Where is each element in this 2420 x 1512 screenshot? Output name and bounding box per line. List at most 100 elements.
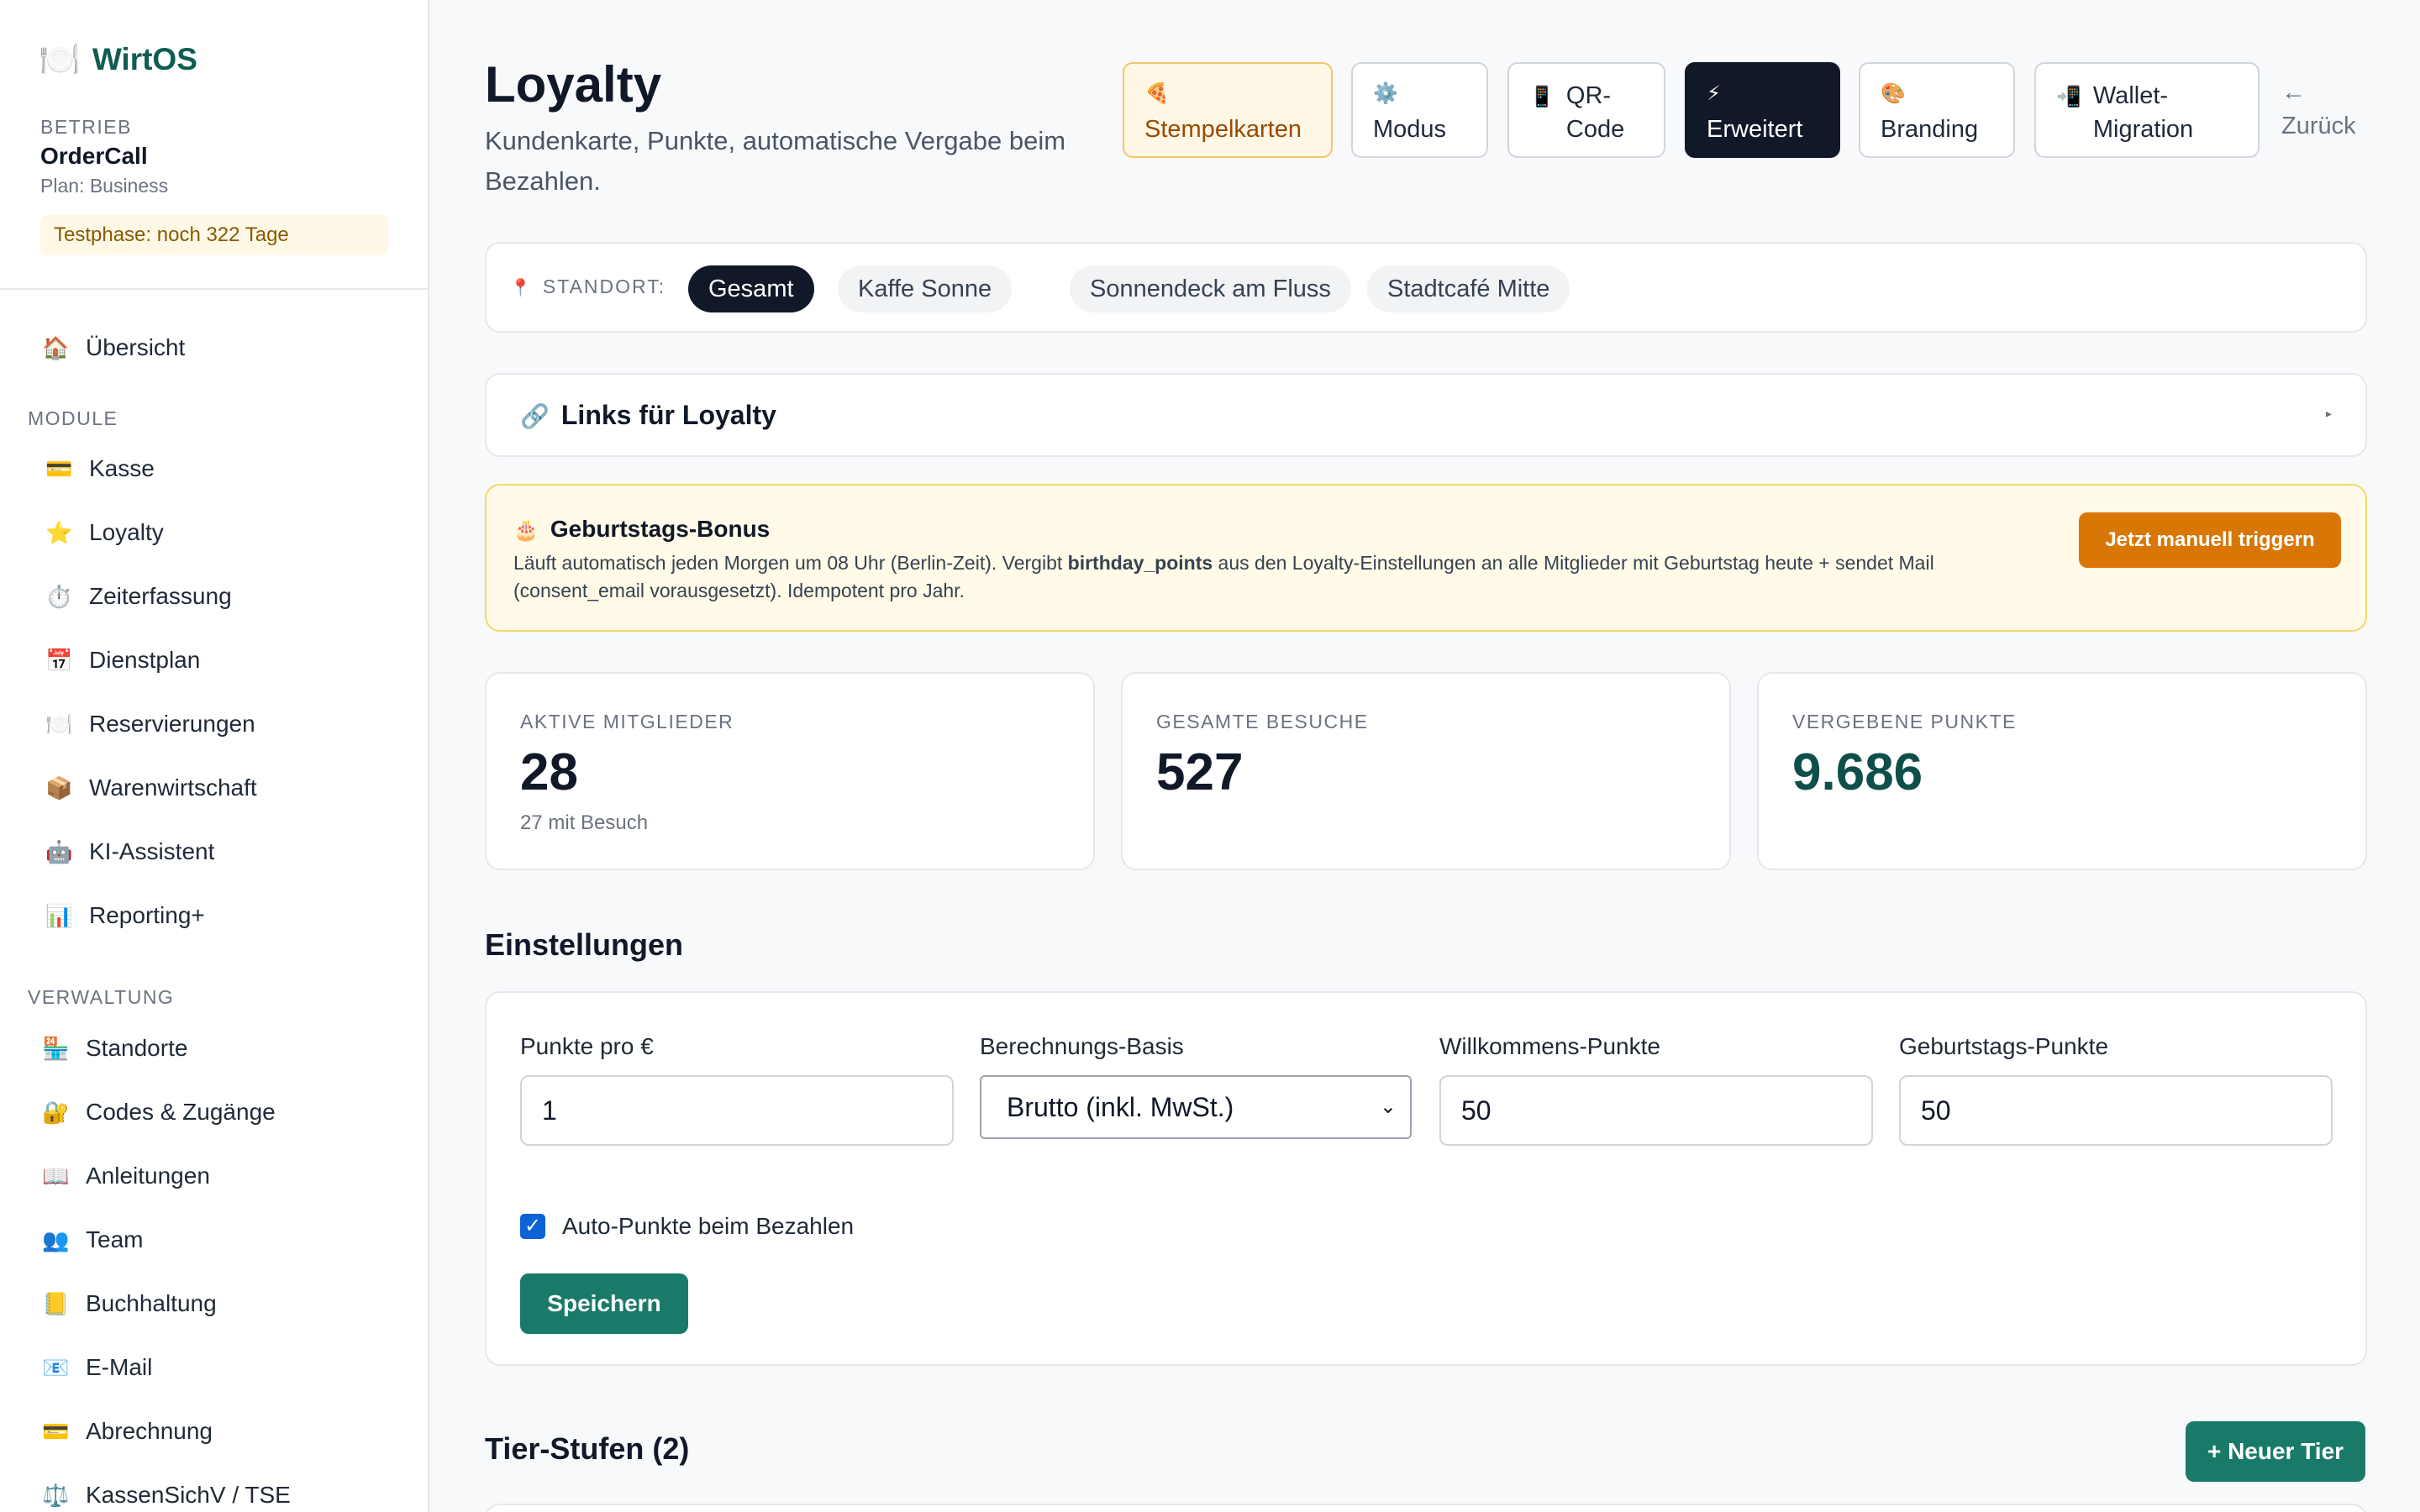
credit-card-icon: 💳	[45, 455, 73, 481]
location-chip-sonnendeck[interactable]: Sonnendeck am Fluss	[1070, 265, 1351, 312]
stat-value: 527	[1156, 743, 1244, 801]
business-label: BETRIEB	[40, 116, 132, 138]
link-icon: 🔗	[520, 403, 550, 429]
location-label-text: STANDORT:	[542, 276, 666, 297]
calc-basis-select[interactable]: Brutto (inkl. MwSt.) ⌄	[980, 1075, 1412, 1139]
tab-label: QR-Code	[1565, 82, 1625, 143]
sidebar-item-label: Loyalty	[89, 519, 164, 545]
tiers-heading: Tier-Stufen (2)	[485, 1431, 690, 1466]
brand[interactable]: 🍽️ WirtOS	[39, 39, 197, 81]
chevron-down-icon: ⌄	[1379, 1095, 1397, 1118]
pin-icon: 📍	[510, 279, 533, 297]
auto-points-row[interactable]: ✓ Auto-Punkte beim Bezahlen	[520, 1213, 854, 1240]
phone-icon: 📱	[1529, 86, 1555, 108]
scales-icon: ⚖️	[42, 1482, 70, 1508]
main-content: Loyalty Kundenkarte, Punkte, automatisch…	[429, 0, 2420, 1512]
stat-label: AKTIVE MITGLIEDER	[520, 711, 734, 732]
sidebar: 🍽️ WirtOS BETRIEB OrderCall Plan: Busine…	[0, 0, 429, 1512]
birthday-points-input[interactable]: 50	[1899, 1075, 2333, 1146]
back-link[interactable]: ← Zurück	[2281, 76, 2356, 143]
stat-value: 9.686	[1792, 743, 1923, 801]
sidebar-item-overview[interactable]: 🏠 Übersicht	[42, 329, 185, 366]
welcome-points-input[interactable]: 50	[1439, 1075, 1873, 1146]
sidebar-item-email[interactable]: 📧 E-Mail	[42, 1349, 152, 1386]
sidebar-item-standorte[interactable]: 🏪 Standorte	[42, 1030, 187, 1067]
location-chip-gesamt[interactable]: Gesamt	[688, 265, 814, 312]
sidebar-item-reservierungen[interactable]: 🍽️ Reservierungen	[45, 706, 255, 743]
cake-icon: 🎂	[513, 519, 539, 542]
tab-branding[interactable]: 🎨 Branding	[1859, 62, 2015, 158]
sidebar-item-loyalty[interactable]: ⭐ Loyalty	[45, 514, 164, 551]
sidebar-item-kasse[interactable]: 💳 Kasse	[45, 450, 155, 487]
star-icon: ⭐	[45, 519, 73, 545]
sidebar-item-dienstplan[interactable]: 📅 Dienstplan	[45, 642, 200, 679]
birthday-text-1: Läuft automatisch jeden Morgen um 08 Uhr…	[513, 552, 1068, 574]
save-button[interactable]: Speichern	[520, 1273, 688, 1334]
bar-chart-icon: 📊	[45, 902, 73, 928]
mobile-arrow-icon: 📲	[2056, 86, 2081, 108]
sidebar-item-reporting[interactable]: 📊 Reporting+	[45, 897, 205, 934]
stat-label: GESAMTE BESUCHE	[1156, 711, 1369, 732]
lightning-icon: ⚡	[1707, 82, 1721, 105]
section-label-modules: MODULE	[28, 407, 118, 429]
location-filter: 📍 STANDORT: Gesamt Kaffe Sonne Sonnendeck…	[485, 242, 2367, 333]
ledger-icon: 📒	[42, 1290, 70, 1316]
tab-qr-code[interactable]: 📱 QR-Code	[1507, 62, 1665, 158]
tab-label: Wallet-Migration	[2092, 82, 2194, 143]
tab-label: Erweitert	[1707, 116, 1803, 143]
points-per-euro-input[interactable]: 1	[520, 1075, 954, 1146]
sidebar-item-label: Warenwirtschaft	[89, 774, 257, 801]
robot-icon: 🤖	[45, 838, 73, 864]
links-title-text: Links für Loyalty	[560, 400, 776, 430]
tab-label: Modus	[1373, 116, 1447, 143]
links-accordion[interactable]: 🔗 Links für Loyalty ▸	[485, 373, 2367, 457]
birthday-title-text: Geburtstags-Bonus	[550, 516, 771, 542]
settings-card: Punkte pro € 1 Berechnungs-Basis Brutto …	[485, 991, 2367, 1366]
app-name: WirtOS	[92, 42, 197, 76]
sidebar-item-abrechnung[interactable]: 💳 Abrechnung	[42, 1413, 213, 1450]
back-label: Zurück	[2281, 113, 2356, 139]
business-plan: Plan: Business	[40, 175, 169, 197]
location-chip-kaffe-sonne[interactable]: Kaffe Sonne	[838, 265, 1013, 312]
auto-points-checkbox[interactable]: ✓	[520, 1214, 545, 1239]
plate-icon: 🍽️	[39, 41, 81, 78]
sidebar-item-label: Buchhaltung	[86, 1290, 217, 1316]
calc-basis-value: Brutto (inkl. MwSt.)	[1007, 1092, 1234, 1122]
stopwatch-icon: ⏱️	[45, 583, 73, 609]
birthday-title: 🎂 Geburtstags-Bonus	[513, 516, 770, 543]
sidebar-item-codes[interactable]: 🔐 Codes & Zugänge	[42, 1094, 276, 1131]
location-label: 📍 STANDORT:	[510, 276, 666, 298]
tiers-card	[485, 1504, 2367, 1512]
sidebar-item-label: Übersicht	[86, 334, 186, 360]
birthday-points-label: Geburtstags-Punkte	[1899, 1033, 2109, 1059]
arrow-left-icon: ←	[2281, 79, 2306, 106]
new-tier-button[interactable]: + Neuer Tier	[2186, 1421, 2365, 1482]
tab-wallet-migration[interactable]: 📲 Wallet-Migration	[2034, 62, 2260, 158]
settings-heading: Einstellungen	[485, 927, 684, 962]
sidebar-item-anleitungen[interactable]: 📖 Anleitungen	[42, 1158, 210, 1194]
tab-erweitert[interactable]: ⚡ Erweitert	[1685, 62, 1840, 158]
sidebar-item-ki-assistent[interactable]: 🤖 KI-Assistent	[45, 833, 214, 870]
palette-icon: 🎨	[1881, 82, 1906, 105]
sidebar-item-buchhaltung[interactable]: 📒 Buchhaltung	[42, 1285, 217, 1322]
calc-basis-label: Berechnungs-Basis	[980, 1033, 1184, 1059]
sidebar-item-warenwirtschaft[interactable]: 📦 Warenwirtschaft	[45, 769, 257, 806]
tab-label: Branding	[1881, 116, 1979, 143]
sidebar-item-label: Team	[86, 1226, 144, 1252]
lock-icon: 🔐	[42, 1099, 70, 1125]
sidebar-item-kassensichv[interactable]: ⚖️ KassenSichV / TSE	[42, 1477, 291, 1512]
location-chip-stadtcafe[interactable]: Stadtcafé Mitte	[1367, 265, 1570, 312]
auto-points-label: Auto-Punkte beim Bezahlen	[562, 1213, 855, 1239]
stat-value: 28	[520, 743, 578, 801]
trigger-birthday-button[interactable]: Jetzt manuell triggern	[2079, 512, 2341, 568]
store-icon: 🏪	[42, 1035, 70, 1061]
stat-points-awarded: VERGEBENE PUNKTE 9.686	[1757, 672, 2367, 870]
tab-label: Stempelkarten	[1144, 116, 1302, 143]
welcome-points-label: Willkommens-Punkte	[1439, 1033, 1660, 1059]
sidebar-item-team[interactable]: 👥 Team	[42, 1221, 143, 1258]
sidebar-item-label: Reporting+	[89, 902, 205, 928]
tab-modus[interactable]: ⚙️ Modus	[1351, 62, 1488, 158]
birthday-description: Läuft automatisch jeden Morgen um 08 Uhr…	[513, 549, 2026, 605]
tab-stempelkarten[interactable]: 🍕 Stempelkarten	[1123, 62, 1333, 158]
sidebar-item-zeiterfassung[interactable]: ⏱️ Zeiterfassung	[45, 578, 232, 615]
